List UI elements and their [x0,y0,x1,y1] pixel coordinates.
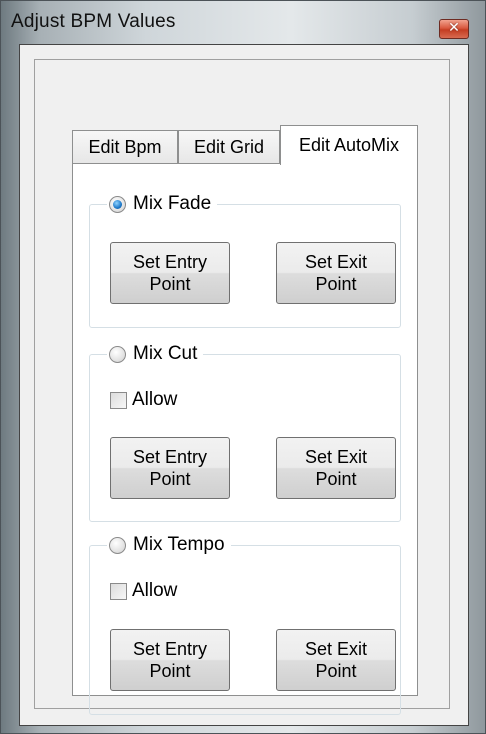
mix-fade-label: Mix Fade [133,193,212,214]
mix-cut-radio[interactable] [109,345,126,363]
mix-tempo-set-entry-button[interactable]: Set Entry Point [110,629,230,691]
mix-tempo-allow-label: Allow [132,580,178,601]
mix-cut-set-entry-button[interactable]: Set Entry Point [110,437,230,499]
mix-cut-allow-label: Allow [132,389,178,410]
mix-cut-set-exit-button[interactable]: Set Exit Point [276,437,396,499]
window-title: Adjust BPM Values [11,11,176,32]
automix-tab-panel: Mix Fade Set Entry Point Set Exit Point … [72,163,418,715]
mix-cut-label: Mix Cut [133,343,198,364]
mix-tempo-label: Mix Tempo [133,534,225,555]
tab-edit-grid[interactable]: Edit Grid [178,130,280,163]
mix-cut-header[interactable]: Mix Cut [107,341,204,367]
mix-cut-group: Mix Cut Allow Set Entry Point Set Exit P… [89,341,401,522]
mix-tempo-allow-checkbox[interactable] [110,582,127,600]
mix-fade-set-entry-button[interactable]: Set Entry Point [110,242,230,304]
tab-edit-bpm[interactable]: Edit Bpm [72,130,178,163]
mix-tempo-radio[interactable] [109,536,126,554]
mix-cut-allow-row[interactable]: Allow [110,389,177,411]
mix-fade-radio[interactable] [109,195,126,213]
mix-fade-group: Mix Fade Set Entry Point Set Exit Point [89,191,401,328]
mix-tempo-group: Mix Tempo Allow Set Entry Point Set Exit… [89,532,401,715]
close-icon: ✕ [448,19,460,35]
close-button[interactable]: ✕ [439,19,469,39]
mix-tempo-header[interactable]: Mix Tempo [107,532,231,558]
mix-fade-header[interactable]: Mix Fade [107,191,218,217]
mix-tempo-allow-row[interactable]: Allow [110,580,177,602]
mix-fade-set-exit-button[interactable]: Set Exit Point [276,242,396,304]
dialog-window: Adjust BPM Values ✕ Edit Bpm Edit Grid E… [0,0,486,734]
dialog-client-area: Edit Bpm Edit Grid Edit AutoMix Mix Fade… [19,44,469,726]
tab-edit-automix[interactable]: Edit AutoMix [280,125,418,165]
mix-tempo-set-exit-button[interactable]: Set Exit Point [276,629,396,691]
title-bar[interactable]: Adjust BPM Values ✕ [1,1,485,45]
mix-cut-allow-checkbox[interactable] [110,391,127,409]
